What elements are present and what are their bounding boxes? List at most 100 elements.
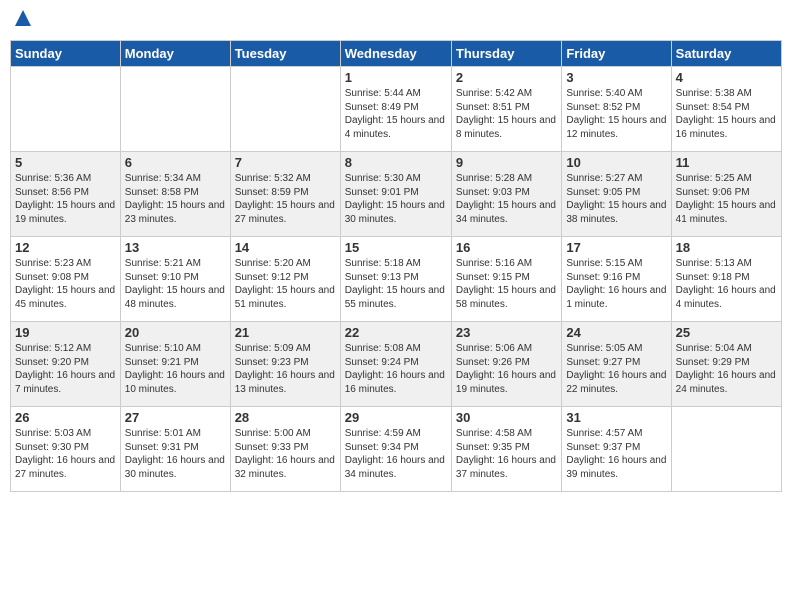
calendar-cell: 25 Sunrise: 5:04 AM Sunset: 9:29 PM Dayli… [671,322,781,407]
calendar-cell: 17 Sunrise: 5:15 AM Sunset: 9:16 PM Dayli… [562,237,671,322]
calendar-week-row: 5 Sunrise: 5:36 AM Sunset: 8:56 PM Daylig… [11,152,782,237]
day-number: 22 [345,325,447,340]
day-info: Sunrise: 4:59 AM Sunset: 9:34 PM Dayligh… [345,427,447,481]
calendar-cell: 2Sunrise: 5:42 AM Sunset: 8:51 PM Daylig… [451,67,561,152]
day-number: 7 [235,155,336,170]
calendar-cell: 15 Sunrise: 5:18 AM Sunset: 9:13 PM Dayli… [340,237,451,322]
day-number: 23 [456,325,557,340]
day-number: 12 [15,240,116,255]
day-number: 20 [125,325,226,340]
calendar-cell: 30 Sunrise: 4:58 AM Sunset: 9:35 PM Dayli… [451,407,561,492]
col-header-friday: Friday [562,41,671,67]
calendar-cell: 11 Sunrise: 5:25 AM Sunset: 9:06 PM Dayli… [671,152,781,237]
day-info: Sunrise: 5:32 AM Sunset: 8:59 PM Dayligh… [235,172,336,226]
day-info: Sunrise: 5:13 AM Sunset: 9:18 PM Dayligh… [676,257,777,311]
day-number: 25 [676,325,777,340]
col-header-tuesday: Tuesday [230,41,340,67]
calendar-cell: 9 Sunrise: 5:28 AM Sunset: 9:03 PM Daylig… [451,152,561,237]
day-number: 16 [456,240,557,255]
calendar-week-row: 12 Sunrise: 5:23 AM Sunset: 9:08 PM Dayli… [11,237,782,322]
calendar-cell: 14 Sunrise: 5:20 AM Sunset: 9:12 PM Dayli… [230,237,340,322]
calendar-cell: 10 Sunrise: 5:27 AM Sunset: 9:05 PM Dayli… [562,152,671,237]
calendar-cell: 6Sunrise: 5:34 AM Sunset: 8:58 PM Daylig… [120,152,230,237]
calendar-cell: 29 Sunrise: 4:59 AM Sunset: 9:34 PM Dayli… [340,407,451,492]
day-number: 13 [125,240,226,255]
calendar-week-row: 19 Sunrise: 5:12 AM Sunset: 9:20 PM Dayli… [11,322,782,407]
calendar-cell [230,67,340,152]
col-header-thursday: Thursday [451,41,561,67]
day-number: 26 [15,410,116,425]
day-info: Sunrise: 5:20 AM Sunset: 9:12 PM Dayligh… [235,257,336,311]
day-info: Sunrise: 5:36 AM Sunset: 8:56 PM Dayligh… [15,172,116,226]
calendar-cell [120,67,230,152]
day-number: 31 [566,410,666,425]
day-number: 9 [456,155,557,170]
col-header-sunday: Sunday [11,41,121,67]
calendar-week-row: 1Sunrise: 5:44 AM Sunset: 8:49 PM Daylig… [11,67,782,152]
day-info: Sunrise: 5:15 AM Sunset: 9:16 PM Dayligh… [566,257,666,311]
day-info: Sunrise: 5:25 AM Sunset: 9:06 PM Dayligh… [676,172,777,226]
calendar-cell: 4 Sunrise: 5:38 AM Sunset: 8:54 PM Daylig… [671,67,781,152]
logo [14,10,32,32]
col-header-saturday: Saturday [671,41,781,67]
col-header-wednesday: Wednesday [340,41,451,67]
calendar-cell: 5 Sunrise: 5:36 AM Sunset: 8:56 PM Daylig… [11,152,121,237]
calendar-cell [11,67,121,152]
day-number: 15 [345,240,447,255]
col-header-monday: Monday [120,41,230,67]
day-info: Sunrise: 5:12 AM Sunset: 9:20 PM Dayligh… [15,342,116,396]
day-info: Sunrise: 5:03 AM Sunset: 9:30 PM Dayligh… [15,427,116,481]
day-info: Sunrise: 4:58 AM Sunset: 9:35 PM Dayligh… [456,427,557,481]
calendar-cell: 26 Sunrise: 5:03 AM Sunset: 9:30 PM Dayli… [11,407,121,492]
calendar-cell: 12 Sunrise: 5:23 AM Sunset: 9:08 PM Dayli… [11,237,121,322]
day-info: Sunrise: 5:09 AM Sunset: 9:23 PM Dayligh… [235,342,336,396]
calendar-cell: 23 Sunrise: 5:06 AM Sunset: 9:26 PM Dayli… [451,322,561,407]
calendar-cell: 13Sunrise: 5:21 AM Sunset: 9:10 PM Dayli… [120,237,230,322]
logo-text [14,10,32,32]
day-info: Sunrise: 5:40 AM Sunset: 8:52 PM Dayligh… [566,87,666,141]
day-number: 11 [676,155,777,170]
day-number: 4 [676,70,777,85]
calendar-cell: 27 Sunrise: 5:01 AM Sunset: 9:31 PM Dayli… [120,407,230,492]
day-info: Sunrise: 5:38 AM Sunset: 8:54 PM Dayligh… [676,87,777,141]
day-number: 17 [566,240,666,255]
day-info: Sunrise: 5:06 AM Sunset: 9:26 PM Dayligh… [456,342,557,396]
calendar-cell: 22 Sunrise: 5:08 AM Sunset: 9:24 PM Dayli… [340,322,451,407]
day-number: 3 [566,70,666,85]
calendar-cell: 20 Sunrise: 5:10 AM Sunset: 9:21 PM Dayli… [120,322,230,407]
page-header [10,10,782,32]
day-info: Sunrise: 5:28 AM Sunset: 9:03 PM Dayligh… [456,172,557,226]
calendar-cell: 28 Sunrise: 5:00 AM Sunset: 9:33 PM Dayli… [230,407,340,492]
day-info: Sunrise: 5:27 AM Sunset: 9:05 PM Dayligh… [566,172,666,226]
day-number: 29 [345,410,447,425]
day-info: Sunrise: 5:01 AM Sunset: 9:31 PM Dayligh… [125,427,226,481]
calendar-cell: 1Sunrise: 5:44 AM Sunset: 8:49 PM Daylig… [340,67,451,152]
day-number: 5 [15,155,116,170]
logo-icon [15,10,31,26]
day-info: Sunrise: 5:34 AM Sunset: 8:58 PM Dayligh… [125,172,226,226]
day-info: Sunrise: 5:10 AM Sunset: 9:21 PM Dayligh… [125,342,226,396]
day-info: Sunrise: 5:23 AM Sunset: 9:08 PM Dayligh… [15,257,116,311]
calendar-week-row: 26 Sunrise: 5:03 AM Sunset: 9:30 PM Dayli… [11,407,782,492]
day-number: 28 [235,410,336,425]
day-info: Sunrise: 5:08 AM Sunset: 9:24 PM Dayligh… [345,342,447,396]
day-number: 14 [235,240,336,255]
calendar-table: SundayMondayTuesdayWednesdayThursdayFrid… [10,40,782,492]
day-info: Sunrise: 5:00 AM Sunset: 9:33 PM Dayligh… [235,427,336,481]
calendar-cell: 7 Sunrise: 5:32 AM Sunset: 8:59 PM Daylig… [230,152,340,237]
calendar-cell: 19 Sunrise: 5:12 AM Sunset: 9:20 PM Dayli… [11,322,121,407]
calendar-cell: 31 Sunrise: 4:57 AM Sunset: 9:37 PM Dayli… [562,407,671,492]
day-number: 10 [566,155,666,170]
calendar-cell: 8Sunrise: 5:30 AM Sunset: 9:01 PM Daylig… [340,152,451,237]
day-number: 27 [125,410,226,425]
day-info: Sunrise: 5:42 AM Sunset: 8:51 PM Dayligh… [456,87,557,141]
day-info: Sunrise: 5:04 AM Sunset: 9:29 PM Dayligh… [676,342,777,396]
calendar-cell [671,407,781,492]
day-number: 21 [235,325,336,340]
calendar-cell: 18Sunrise: 5:13 AM Sunset: 9:18 PM Dayli… [671,237,781,322]
day-number: 24 [566,325,666,340]
day-info: Sunrise: 5:18 AM Sunset: 9:13 PM Dayligh… [345,257,447,311]
day-number: 19 [15,325,116,340]
day-number: 30 [456,410,557,425]
day-info: Sunrise: 4:57 AM Sunset: 9:37 PM Dayligh… [566,427,666,481]
